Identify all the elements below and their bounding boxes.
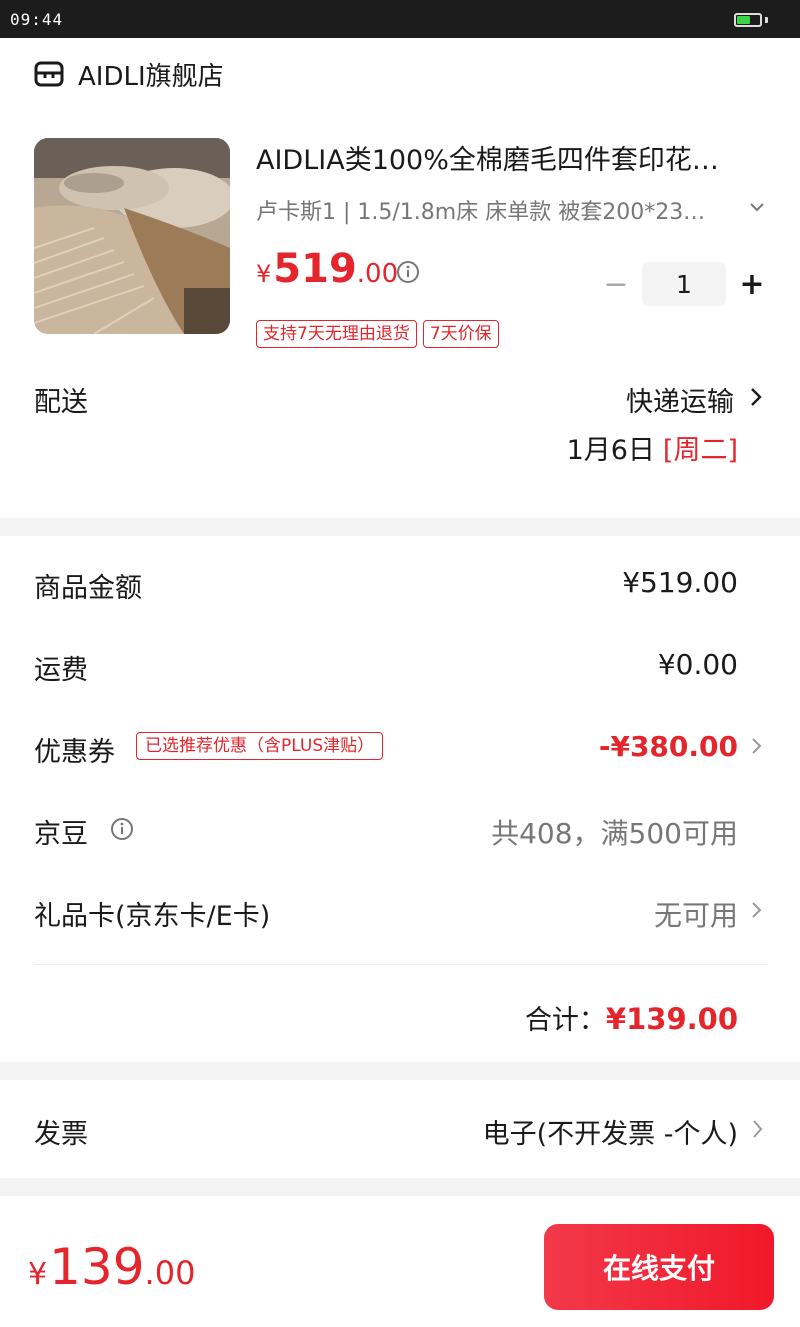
shipping-value: ¥0.00	[657, 648, 738, 681]
info-icon[interactable]	[110, 817, 134, 841]
shop-header[interactable]: AIDLI旗舰店	[34, 56, 224, 92]
delivery-day: 1月6日	[566, 435, 655, 466]
chevron-right-icon[interactable]	[750, 736, 764, 756]
checkout-price-integer: 139	[49, 1238, 145, 1296]
order-item-card: AIDLI旗舰店 AIDLIA类100%全棉磨毛四件套印花… 卢卡斯1 | 1.…	[0, 38, 800, 518]
total-value: ¥139.00	[605, 1002, 738, 1036]
giftcard-label: 礼品卡(京东卡/E卡)	[34, 901, 271, 932]
quantity-field[interactable]: 1	[642, 262, 726, 306]
status-bar: 09:44	[0, 0, 800, 38]
delivery-label: 配送	[34, 387, 88, 418]
coupon-badge[interactable]: 已选推荐优惠（含PLUS津贴）	[136, 732, 384, 760]
product-image[interactable]	[34, 138, 230, 334]
battery-tip	[765, 17, 768, 23]
invoice-label: 发票	[34, 1119, 88, 1150]
chevron-right-icon[interactable]	[748, 386, 764, 408]
quantity-stepper: − 1 +	[596, 262, 772, 306]
battery-icon	[734, 13, 762, 27]
goods-amount-label: 商品金额	[34, 573, 142, 604]
beans-label: 京豆	[34, 819, 88, 850]
total-label: 合计：	[524, 1005, 606, 1036]
tag-price-protect: 7天价保	[422, 320, 499, 348]
beans-value: 共408，满500可用	[491, 817, 738, 850]
product-title[interactable]: AIDLIA类100%全棉磨毛四件套印花…	[256, 138, 756, 177]
pay-online-button[interactable]: 在线支付	[544, 1224, 774, 1310]
shipping-label: 运费	[34, 655, 88, 686]
checkout-price: ¥ 139 .00	[28, 1238, 195, 1296]
chevron-down-icon[interactable]	[748, 198, 766, 216]
price-symbol: ¥	[256, 260, 272, 288]
service-tags: 支持7天无理由退货 7天价保	[256, 320, 505, 348]
decrease-button[interactable]: −	[596, 262, 636, 306]
tag-return: 支持7天无理由退货	[256, 320, 417, 348]
delivery-method[interactable]: 快递运输	[626, 380, 734, 419]
price-integer: 519	[273, 246, 357, 292]
increase-button[interactable]: +	[732, 262, 772, 306]
order-total: 合计： ¥139.00	[525, 998, 738, 1037]
divider	[34, 964, 766, 965]
shop-name: AIDLI旗舰店	[78, 61, 224, 92]
checkout-price-symbol: ¥	[28, 1257, 48, 1292]
bedding-photo	[34, 138, 230, 334]
delivery-date[interactable]: 1月6日 [周二]	[567, 428, 738, 467]
coupon-value[interactable]: -¥380.00	[599, 730, 738, 763]
price-breakdown-card: 商品金额 ¥519.00 运费 ¥0.00 优惠券 已选推荐优惠（含PLUS津贴…	[0, 536, 800, 1062]
product-price: ¥ 519 .00	[256, 246, 398, 292]
store-icon	[34, 61, 64, 87]
chevron-right-icon[interactable]	[750, 900, 764, 920]
checkout-price-decimal: .00	[144, 1254, 196, 1292]
delivery-weekday: [周二]	[662, 435, 738, 466]
chevron-right-icon[interactable]	[750, 1118, 766, 1140]
coupon-label: 优惠券	[34, 737, 115, 768]
giftcard-value[interactable]: 无可用	[654, 894, 738, 934]
status-time: 09:44	[10, 10, 64, 29]
price-decimal: .00	[356, 259, 399, 289]
invoice-value[interactable]: 电子(不开发票 -个人)	[483, 1112, 738, 1151]
checkout-bar: ¥ 139 .00 在线支付	[0, 1196, 800, 1327]
info-icon[interactable]	[396, 260, 420, 284]
product-spec[interactable]: 卢卡斯1 | 1.5/1.8m床 床单款 被套200*23…	[256, 194, 746, 226]
invoice-card[interactable]: 发票 电子(不开发票 -个人)	[0, 1080, 800, 1178]
goods-amount-value: ¥519.00	[622, 566, 738, 599]
